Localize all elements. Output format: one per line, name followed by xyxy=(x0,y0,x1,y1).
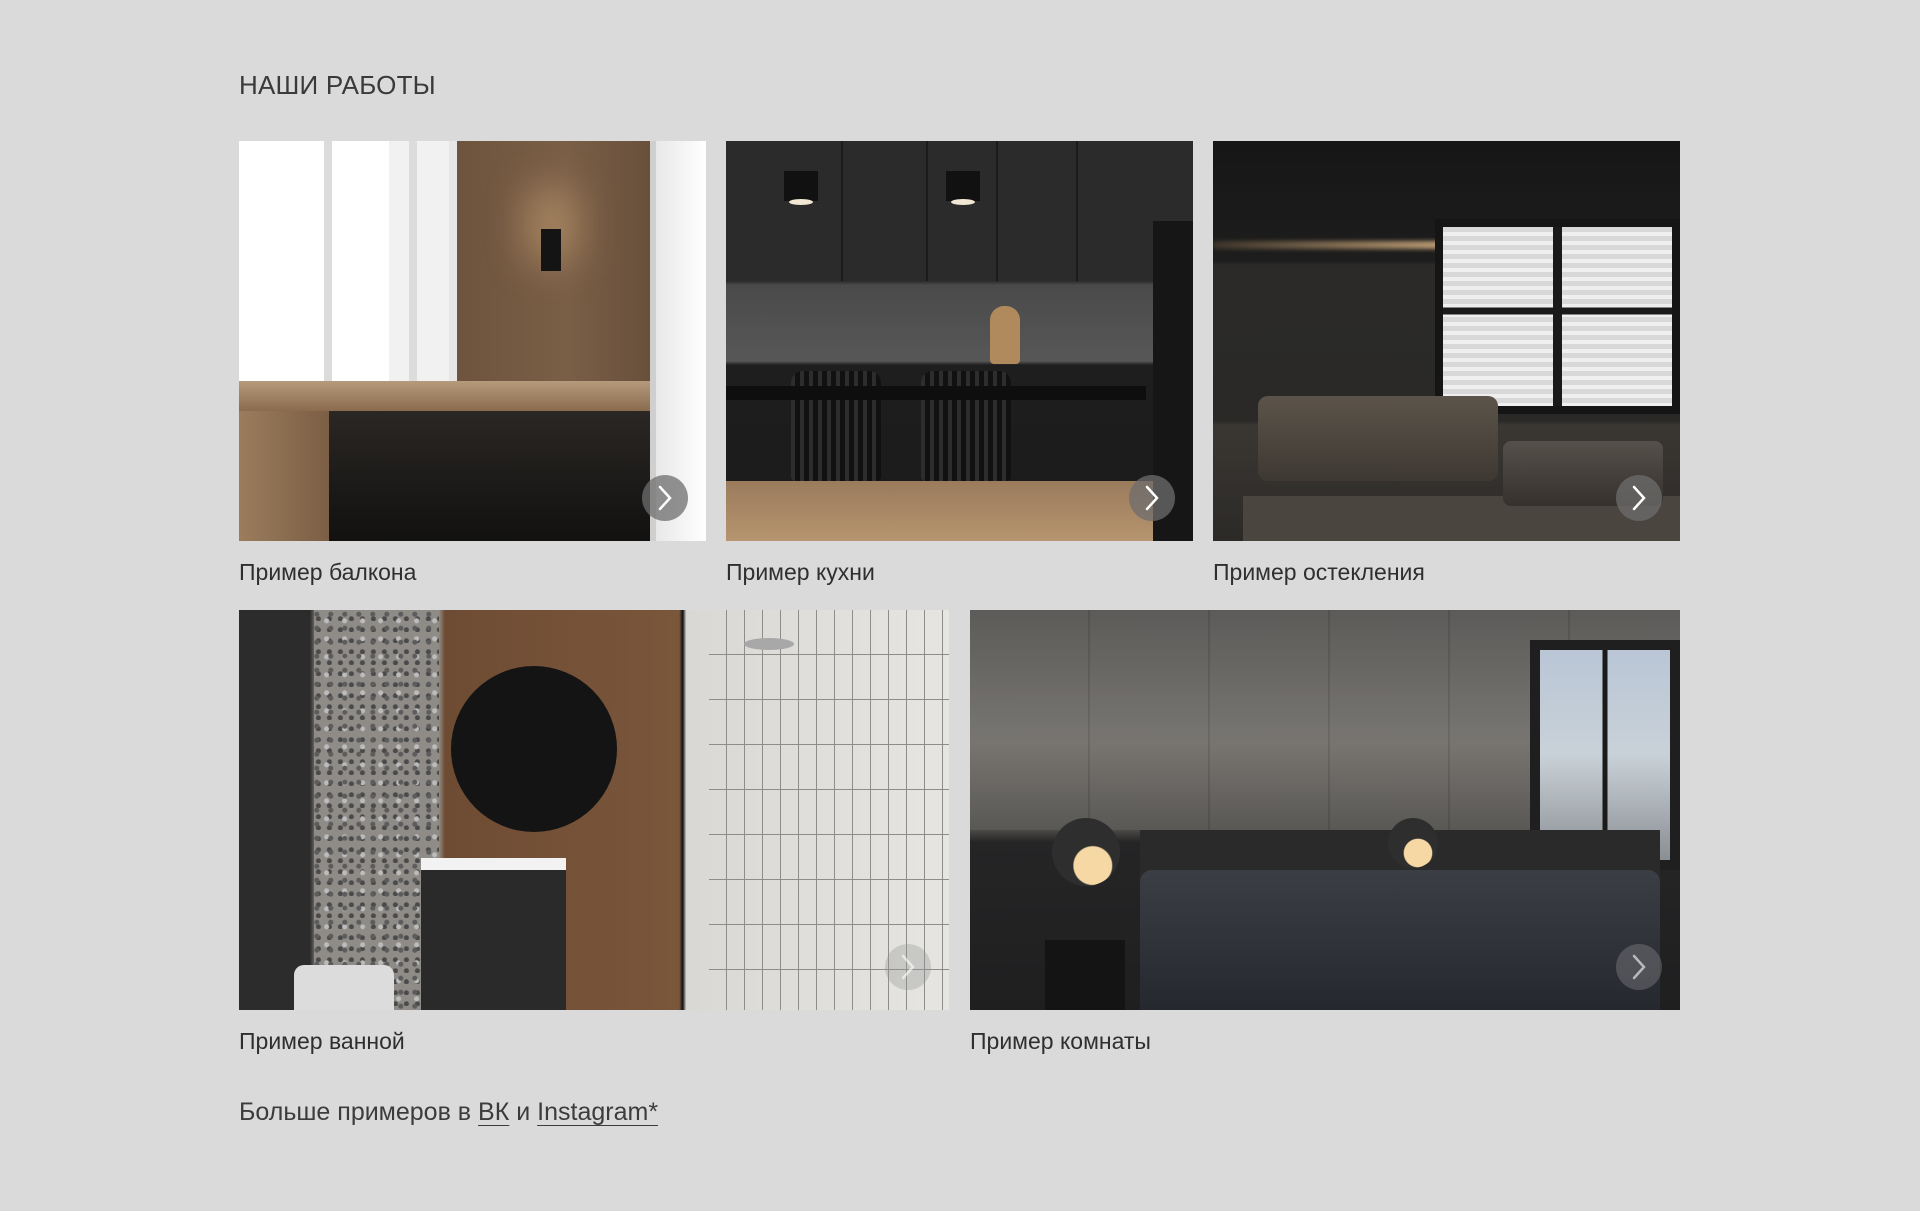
card-caption: Пример остекления xyxy=(1213,559,1425,585)
card-caption: Пример балкона xyxy=(239,559,417,585)
work-card-balcony: Пример балкона xyxy=(239,141,706,585)
next-slide-button[interactable] xyxy=(1616,475,1662,521)
work-card-kitchen: Пример кухни xyxy=(726,141,1193,585)
card-caption: Пример комнаты xyxy=(970,1028,1151,1054)
kitchen-image xyxy=(726,141,1193,541)
work-card-bathroom: Пример ванной xyxy=(239,610,949,1054)
balcony-photo[interactable] xyxy=(239,141,706,541)
kitchen-photo[interactable] xyxy=(726,141,1193,541)
chevron-right-icon xyxy=(658,485,672,511)
work-card-glazing: Пример остекления xyxy=(1213,141,1680,585)
next-slide-button[interactable] xyxy=(1616,944,1662,990)
card-caption: Пример кухни xyxy=(726,559,875,585)
chevron-right-icon xyxy=(1145,485,1159,511)
balcony-image xyxy=(239,141,706,541)
card-caption: Пример ванной xyxy=(239,1028,405,1054)
chevron-right-icon xyxy=(1632,485,1646,511)
chevron-right-icon xyxy=(1632,954,1646,980)
vk-link[interactable]: ВК xyxy=(478,1098,509,1126)
more-conjunction: и xyxy=(509,1098,538,1126)
glazing-image xyxy=(1213,141,1680,541)
more-examples-line: Больше примеров в ВК и Instagram* xyxy=(239,1098,658,1127)
instagram-link[interactable]: Instagram* xyxy=(537,1098,658,1126)
bedroom-photo[interactable] xyxy=(970,610,1680,1010)
next-slide-button[interactable] xyxy=(885,944,931,990)
next-slide-button[interactable] xyxy=(1129,475,1175,521)
bathroom-image xyxy=(239,610,949,1010)
bedroom-image xyxy=(970,610,1680,1010)
next-slide-button[interactable] xyxy=(642,475,688,521)
glazing-photo[interactable] xyxy=(1213,141,1680,541)
chevron-right-icon xyxy=(901,954,915,980)
work-card-bedroom: Пример комнаты xyxy=(970,610,1680,1054)
bathroom-photo[interactable] xyxy=(239,610,949,1010)
section-title: НАШИ РАБОТЫ xyxy=(239,70,436,100)
more-prefix: Больше примеров в xyxy=(239,1098,479,1126)
